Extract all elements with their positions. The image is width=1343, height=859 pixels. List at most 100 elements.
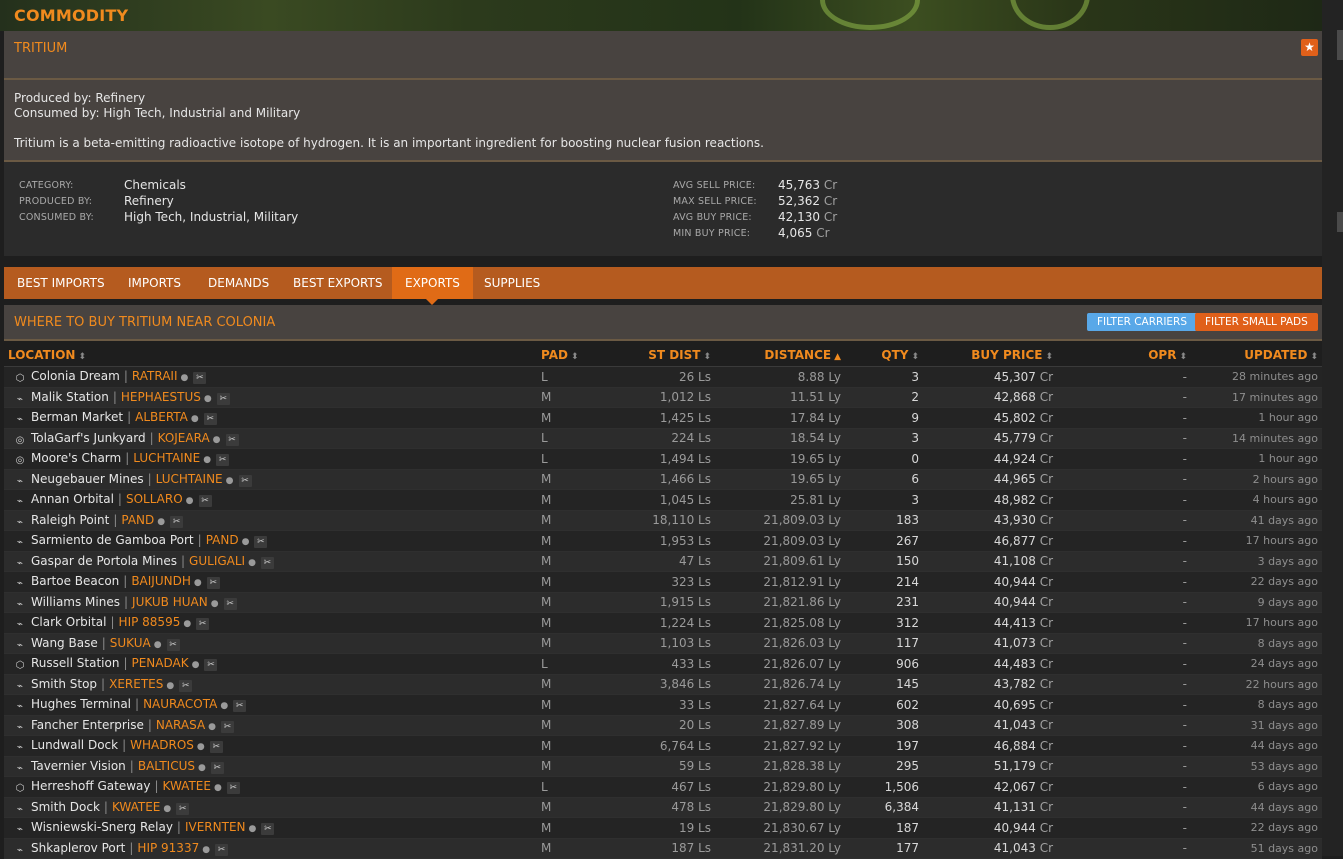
scissors-icon[interactable]: ✂: [215, 843, 229, 856]
table-row[interactable]: ⬡ Russell Station | PENADAK ● ✂ L 433 Ls 21,826.…: [4, 653, 1322, 675]
tab-supplies[interactable]: SUPPLIES: [471, 267, 553, 299]
system-link[interactable]: KWATEE: [163, 779, 211, 793]
station-link[interactable]: Moore's Charm: [31, 451, 121, 465]
system-link[interactable]: JUKUB HUAN: [132, 595, 208, 609]
table-row[interactable]: ◎ TolaGarf's Junkyard | KOJEARA ● ✂ L 224 Ls 18.…: [4, 428, 1322, 449]
system-link[interactable]: PENADAK: [131, 656, 188, 670]
table-row[interactable]: ⌁ Wang Base | SUKUA ● ✂ M 1,103 Ls 21,826.03 Ly 1…: [4, 633, 1322, 654]
table-row[interactable]: ⬡ Colonia Dream | RATRAII ● ✂ L 26 Ls 8.88 Ly 3 45…: [4, 366, 1322, 388]
station-link[interactable]: Colonia Dream: [31, 369, 120, 383]
table-row[interactable]: ⬡ Herreshoff Gateway | KWATEE ● ✂ L 467 Ls 21,82…: [4, 776, 1322, 798]
system-link[interactable]: BAIJUNDH: [131, 574, 191, 588]
station-link[interactable]: Annan Orbital: [31, 492, 114, 506]
tab-exports[interactable]: EXPORTS: [392, 267, 473, 305]
col-pad[interactable]: PAD ⬍: [537, 344, 607, 367]
system-link[interactable]: SUKUA: [110, 636, 151, 650]
table-row[interactable]: ⌁ Hughes Terminal | NAURACOTA ● ✂ M 33 Ls 21,827…: [4, 694, 1322, 716]
scissors-icon[interactable]: ✂: [223, 597, 237, 610]
table-row[interactable]: ⌁ Annan Orbital | SOLLARO ● ✂ M 1,045 Ls 25.81 L…: [4, 489, 1322, 511]
station-link[interactable]: Fancher Enterprise: [31, 718, 144, 732]
scissors-icon[interactable]: ✂: [166, 638, 180, 651]
station-link[interactable]: Sarmiento de Gamboa Port: [31, 533, 194, 547]
system-link[interactable]: PAND: [121, 513, 154, 527]
station-link[interactable]: Wisniewski-Snerg Relay: [31, 820, 173, 834]
station-link[interactable]: Smith Dock: [31, 800, 100, 814]
scissors-icon[interactable]: ✂: [198, 495, 212, 508]
system-link[interactable]: HEPHAESTUS: [121, 390, 201, 404]
scissors-icon[interactable]: ✂: [238, 474, 252, 487]
station-link[interactable]: Wang Base: [31, 636, 98, 650]
col-updated[interactable]: UPDATED ⬍: [1191, 344, 1322, 367]
system-link[interactable]: NAURACOTA: [143, 697, 217, 711]
station-link[interactable]: Neugebauer Mines: [31, 472, 144, 486]
table-row[interactable]: ⌁ Wisniewski-Snerg Relay | IVERNTEN ● ✂ M 19 Ls…: [4, 817, 1322, 839]
table-row[interactable]: ⌁ Smith Stop | XERETES ● ✂ M 3,846 Ls 21,826.74 …: [4, 674, 1322, 695]
system-link[interactable]: RATRAII: [132, 369, 178, 383]
system-link[interactable]: HIP 91337: [137, 841, 199, 855]
system-link[interactable]: KWATEE: [112, 800, 160, 814]
scissors-icon[interactable]: ✂: [233, 700, 247, 713]
station-link[interactable]: Clark Orbital: [31, 615, 107, 629]
filter-small-pads-button[interactable]: FILTER SMALL PADS: [1195, 313, 1318, 331]
scissors-icon[interactable]: ✂: [221, 720, 235, 733]
col-opr[interactable]: OPR ⬍: [1057, 344, 1191, 367]
scissors-icon[interactable]: ✂: [193, 372, 207, 385]
system-link[interactable]: PAND: [206, 533, 239, 547]
table-row[interactable]: ⌁ Raleigh Point | PAND ● ✂ M 18,110 Ls 21,809.03…: [4, 510, 1322, 531]
tab-best-exports[interactable]: BEST EXPORTS: [280, 267, 395, 299]
table-row[interactable]: ⌁ Lundwall Dock | WHADROS ● ✂ M 6,764 Ls 21,827.…: [4, 735, 1322, 757]
system-link[interactable]: KOJEARA: [158, 431, 210, 445]
scissors-icon[interactable]: ✂: [216, 392, 230, 405]
table-row[interactable]: ⌁ Fancher Enterprise | NARASA ● ✂ M 20 Ls 21,827…: [4, 715, 1322, 736]
table-row[interactable]: ⌁ Williams Mines | JUKUB HUAN ● ✂ M 1,915 Ls 21,…: [4, 592, 1322, 613]
table-row[interactable]: ⌁ Malik Station | HEPHAESTUS ● ✂ M 1,012 Ls 11.5…: [4, 387, 1322, 408]
scissors-icon[interactable]: ✂: [206, 577, 220, 590]
col-location[interactable]: LOCATION ⬍: [4, 344, 537, 367]
scissors-icon[interactable]: ✂: [176, 802, 190, 815]
system-link[interactable]: XERETES: [109, 677, 163, 691]
scissors-icon[interactable]: ✂: [209, 741, 223, 754]
system-link[interactable]: ALBERTA: [135, 410, 188, 424]
scissors-icon[interactable]: ✂: [203, 413, 217, 426]
table-row[interactable]: ⌁ Neugebauer Mines | LUCHTAINE ● ✂ M 1,466 Ls 19…: [4, 469, 1322, 490]
tab-best-imports[interactable]: BEST IMPORTS: [4, 267, 118, 299]
table-row[interactable]: ⌁ Gaspar de Portola Mines | GULIGALI ● ✂ M 47 L…: [4, 551, 1322, 572]
scissors-icon[interactable]: ✂: [225, 433, 239, 446]
station-link[interactable]: Malik Station: [31, 390, 109, 404]
scissors-icon[interactable]: ✂: [196, 618, 210, 631]
table-row[interactable]: ⌁ Bartoe Beacon | BAIJUNDH ● ✂ M 323 Ls 21,812.9…: [4, 571, 1322, 593]
scissors-icon[interactable]: ✂: [170, 515, 184, 528]
station-link[interactable]: Berman Market: [31, 410, 123, 424]
station-link[interactable]: Raleigh Point: [31, 513, 109, 527]
col-distance[interactable]: DISTANCE ▲: [715, 344, 845, 367]
page-scroll-strip[interactable]: [1322, 0, 1343, 856]
scissors-icon[interactable]: ✂: [260, 556, 274, 569]
station-link[interactable]: TolaGarf's Junkyard: [31, 431, 146, 445]
filter-carriers-button[interactable]: FILTER CARRIERS: [1087, 313, 1198, 331]
system-link[interactable]: LUCHTAINE: [133, 451, 200, 465]
station-link[interactable]: Williams Mines: [31, 595, 120, 609]
col-st-dist[interactable]: ST DIST ⬍: [607, 344, 715, 367]
scissors-icon[interactable]: ✂: [226, 782, 240, 795]
favorite-star-icon[interactable]: ★: [1301, 39, 1318, 56]
tab-demands[interactable]: DEMANDS: [195, 267, 282, 299]
station-link[interactable]: Gaspar de Portola Mines: [31, 554, 177, 568]
scissors-icon[interactable]: ✂: [204, 659, 218, 672]
system-link[interactable]: BALTICUS: [138, 759, 195, 773]
station-link[interactable]: Tavernier Vision: [31, 759, 126, 773]
station-link[interactable]: Smith Stop: [31, 677, 97, 691]
table-row[interactable]: ⌁ Smith Dock | KWATEE ● ✂ M 478 Ls 21,829.80 Ly 6…: [4, 797, 1322, 818]
station-link[interactable]: Lundwall Dock: [31, 738, 118, 752]
system-link[interactable]: NARASA: [156, 718, 205, 732]
tab-imports[interactable]: IMPORTS: [115, 267, 194, 299]
system-link[interactable]: SOLLARO: [126, 492, 183, 506]
station-link[interactable]: Hughes Terminal: [31, 697, 131, 711]
station-link[interactable]: Shkaplerov Port: [31, 841, 125, 855]
table-row[interactable]: ⌁ Tavernier Vision | BALTICUS ● ✂ M 59 Ls 21,828…: [4, 756, 1322, 777]
table-row[interactable]: ⌁ Shkaplerov Port | HIP 91337 ● ✂ M 187 Ls 21,83…: [4, 838, 1322, 859]
scissors-icon[interactable]: ✂: [216, 454, 230, 467]
table-row[interactable]: ⌁ Berman Market | ALBERTA ● ✂ M 1,425 Ls 17.84 L…: [4, 407, 1322, 429]
scissors-icon[interactable]: ✂: [210, 761, 224, 774]
scissors-icon[interactable]: ✂: [254, 536, 268, 549]
col-qty[interactable]: QTY ⬍: [845, 344, 923, 367]
